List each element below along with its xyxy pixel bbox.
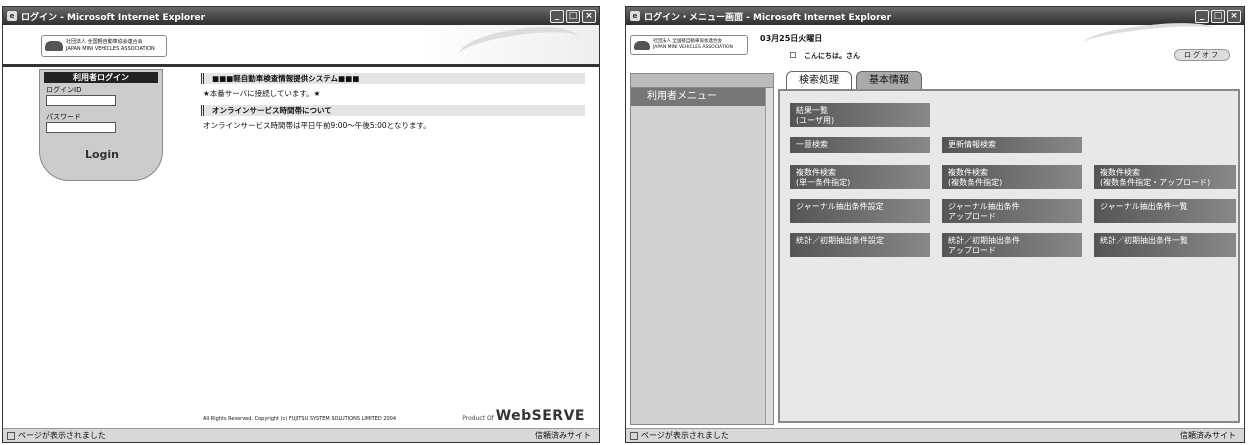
status-text: ページが表示されました — [18, 431, 106, 440]
product-prefix: Product Of — [462, 415, 494, 422]
multi-single-search-button[interactable]: 複数件検索 (単一条件指定) — [790, 165, 930, 189]
tab-basic-info[interactable]: 基本情報 — [856, 71, 922, 89]
product-name: WebSERVE — [495, 408, 585, 424]
sidebar-scrollbar[interactable] — [765, 88, 773, 424]
password-label: パスワード — [46, 113, 81, 121]
multi-multi-search-button[interactable]: 複数件検索 (複数条件指定) — [942, 165, 1082, 189]
title-bar: e ログイン・メニュー画面 - Microsoft Internet Explo… — [626, 7, 1244, 25]
minimize-button[interactable]: _ — [550, 9, 564, 23]
association-logo: 社団法人 全国軽自動車協会連合会 JAPAN MINI VEHICLES ASS… — [630, 35, 748, 55]
ie-icon: e — [7, 11, 17, 21]
car-logo-icon — [634, 40, 650, 50]
minimize-button[interactable]: _ — [1195, 9, 1209, 23]
title-bar: e ログイン - Microsoft Internet Explorer _ □… — [3, 7, 599, 25]
single-search-button[interactable]: 一意検索 — [790, 137, 930, 153]
stats-upload-button[interactable]: 統計／初期抽出条件 アップロード — [942, 233, 1082, 257]
close-button[interactable]: × — [582, 9, 596, 23]
user-menu-heading: 利用者メニュー — [631, 88, 767, 106]
window-title: ログイン・メニュー画面 - Microsoft Internet Explore… — [644, 12, 892, 23]
car-logo-icon — [45, 41, 63, 51]
product-mark: Product Of WebSERVE — [462, 408, 585, 424]
status-text: ページが表示されました — [641, 431, 729, 440]
menu-panel: 結果一覧 (ユーザ用) 一意検索 更新情報検索 複数件検索 (単一条件指定) 複… — [778, 89, 1240, 423]
stats-list-button[interactable]: 統計／初期抽出条件一覧 — [1094, 233, 1236, 257]
journal-setting-button[interactable]: ジャーナル抽出条件設定 — [790, 199, 930, 223]
login-heading: 利用者ログイン — [44, 72, 158, 83]
bullet-icon — [790, 52, 796, 58]
logout-button[interactable]: ログオフ — [1174, 49, 1230, 61]
ie-icon: e — [630, 11, 640, 21]
section-text: オンラインサービス時間帯は平日午前9:00～午後5:00となります。 — [203, 121, 431, 130]
copyright: All Rights Reserved, Copyright (c) FUJIT… — [203, 416, 397, 422]
sidebar-top — [631, 74, 773, 88]
result-list-button[interactable]: 結果一覧 (ユーザ用) — [790, 103, 930, 127]
page-icon — [7, 431, 15, 440]
section-text: ★本番サーバに接続しています。★ — [203, 89, 321, 98]
journal-list-button[interactable]: ジャーナル抽出条件一覧 — [1094, 199, 1236, 223]
tab-bar: 検索処理 基本情報 — [786, 71, 922, 89]
date-text: 03月25日火曜日 — [760, 34, 823, 43]
window-title: ログイン - Microsoft Internet Explorer — [21, 12, 206, 23]
login-id-input[interactable] — [46, 95, 116, 106]
maximize-button[interactable]: □ — [566, 9, 580, 23]
greeting: こんにちは。さん — [790, 51, 860, 61]
logo-text: 社団法人 全国軽自動車協会連合会 JAPAN MINI VEHICLES ASS… — [653, 39, 733, 50]
journal-upload-button[interactable]: ジャーナル抽出条件 アップロード — [942, 199, 1082, 223]
page-icon — [630, 431, 638, 440]
multi-upload-search-button[interactable]: 複数件検索 (複数条件指定・アップロード) — [1094, 165, 1236, 189]
login-window: e ログイン - Microsoft Internet Explorer _ □… — [2, 6, 600, 443]
page-header: 社団法人 全国軽自動車協会連合会 JAPAN MINI VEHICLES ASS… — [3, 20, 599, 72]
tab-search[interactable]: 検索処理 — [786, 71, 852, 89]
section-heading: オンラインサービス時間帯について — [201, 105, 585, 116]
association-logo: 社団法人 全国軽自動車協会連合会 JAPAN MINI VEHICLES ASS… — [41, 35, 167, 57]
stats-setting-button[interactable]: 統計／初期抽出条件設定 — [790, 233, 930, 257]
zone-text: 信頼済みサイト — [1180, 431, 1236, 440]
password-input[interactable] — [46, 122, 116, 133]
decorative-swoosh — [457, 20, 581, 72]
menu-window: e ログイン・メニュー画面 - Microsoft Internet Explo… — [625, 6, 1245, 443]
page-header: 社団法人 全国軽自動車協会連合会 JAPAN MINI VEHICLES ASS… — [626, 18, 1244, 67]
sidebar: 利用者メニュー — [630, 73, 774, 425]
logo-text: 社団法人 全国軽自動車協会連合会 JAPAN MINI VEHICLES ASS… — [66, 39, 155, 52]
status-bar: ページが表示されました 信頼済みサイト — [3, 428, 599, 442]
update-search-button[interactable]: 更新情報検索 — [942, 137, 1082, 153]
greeting-text: こんにちは。さん — [804, 52, 860, 60]
zone-text: 信頼済みサイト — [535, 431, 591, 440]
status-bar: ページが表示されました 信頼済みサイト — [626, 428, 1244, 442]
login-panel: 利用者ログイン ログインID パスワード Login — [39, 69, 163, 181]
login-button[interactable]: Login — [60, 146, 144, 164]
notice-area: ■■■軽自動車検査情報提供システム■■■ ★本番サーバに接続しています。★ オン… — [201, 73, 585, 137]
login-id-label: ログインID — [46, 86, 82, 94]
close-button[interactable]: × — [1227, 9, 1241, 23]
section-heading: ■■■軽自動車検査情報提供システム■■■ — [201, 73, 585, 84]
maximize-button[interactable]: □ — [1211, 9, 1225, 23]
